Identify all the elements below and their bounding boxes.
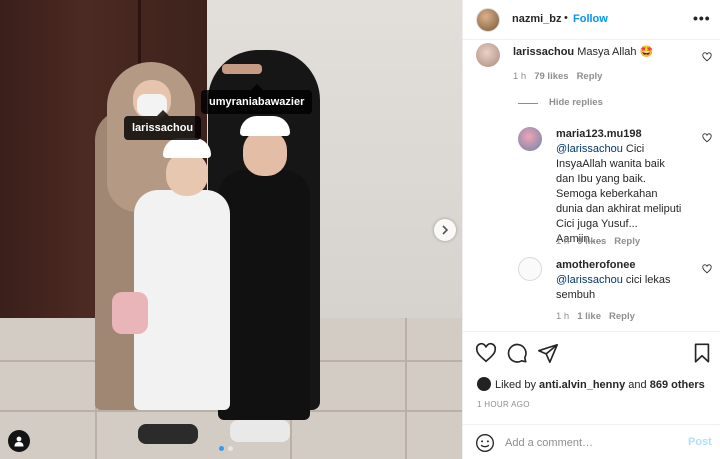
reply-button[interactable]: Reply [577, 71, 603, 82]
comment-body: amotherofonee @larissachou cici lekas se… [556, 258, 686, 303]
share-icon[interactable] [537, 342, 559, 364]
post-photo[interactable]: umyraniabawazier larissachou [0, 0, 462, 459]
comment-mention[interactable]: @larissachou [556, 143, 623, 155]
header-separator: • [564, 12, 568, 24]
author-avatar[interactable] [476, 8, 500, 32]
comment-likes[interactable]: 1 like [577, 311, 601, 322]
liker-avatar[interactable] [477, 377, 491, 391]
comment-text: Cici InsyaAllah wanita baik dan Ibu yang… [556, 143, 682, 245]
hide-replies-button[interactable]: Hide replies [549, 97, 603, 108]
comment-time[interactable]: 1 h [556, 311, 569, 322]
bookmark-icon[interactable] [691, 342, 713, 364]
post-header: nazmi_bz • Follow ••• [463, 0, 720, 40]
heart-icon[interactable] [475, 342, 497, 364]
liker-username[interactable]: anti.alvin_henny [539, 379, 625, 391]
comment-meta: 1 h 1 like Reply [556, 311, 635, 322]
author-username[interactable]: nazmi_bz [512, 13, 562, 25]
comment-likes[interactable]: 9 likes [577, 236, 606, 247]
like-comment-heart-icon[interactable] [702, 264, 712, 274]
like-comment-heart-icon[interactable] [702, 133, 712, 143]
emoji-icon[interactable] [475, 433, 495, 453]
likes-count-link[interactable]: 869 others [650, 379, 705, 391]
comment-username[interactable]: amotherofonee [556, 259, 635, 271]
like-comment-heart-icon[interactable] [702, 52, 712, 62]
photo-tag-larissachou[interactable]: larissachou [124, 110, 202, 140]
user-tags-button[interactable] [8, 430, 30, 452]
reply-button[interactable]: Reply [609, 311, 635, 322]
reply-button[interactable]: Reply [614, 236, 640, 247]
comment-meta: 1 h 79 likes Reply [513, 71, 602, 82]
comment-avatar[interactable] [518, 127, 542, 151]
comments-list[interactable]: larissachou Masya Allah 🤩 1 h 79 likes Rep… [463, 40, 720, 331]
comment-icon[interactable] [506, 342, 528, 364]
chevron-right-icon [442, 225, 449, 235]
comment-time[interactable]: 1 h [513, 71, 526, 82]
add-comment-bar: Post [463, 424, 720, 459]
carousel-dot-active [219, 446, 224, 451]
person-boy-white-robe [134, 190, 230, 410]
follow-button[interactable]: Follow [573, 13, 608, 25]
comment-avatar[interactable] [518, 257, 542, 281]
post-actions: Liked by anti.alvin_henny and 869 others… [463, 331, 720, 459]
liked-by: Liked by anti.alvin_henny and 869 others [477, 377, 705, 391]
person-boy-black-robe [218, 170, 310, 420]
comment-username[interactable]: maria123.mu198 [556, 128, 642, 140]
comment-likes[interactable]: 79 likes [534, 71, 568, 82]
comment-mention[interactable]: @larissachou [556, 274, 623, 286]
comment-text: Masya Allah 🤩 [577, 46, 654, 58]
carousel-next-button[interactable] [434, 219, 456, 241]
carousel-dot [228, 446, 233, 451]
comment-avatar[interactable] [476, 43, 500, 67]
comment-body: larissachou Masya Allah 🤩 [513, 45, 693, 60]
comment-username[interactable]: larissachou [513, 46, 574, 58]
post-side-panel: nazmi_bz • Follow ••• larissachou Masya … [462, 0, 720, 459]
comment-input[interactable] [505, 434, 675, 452]
post-comment-button[interactable]: Post [688, 436, 712, 448]
pink-bag [112, 292, 148, 334]
comment-meta: 1 h 9 likes Reply [556, 236, 640, 247]
comment-time[interactable]: 1 h [556, 236, 569, 247]
post-timestamp[interactable]: 1 HOUR AGO [477, 400, 530, 409]
carousel-dots [219, 446, 233, 451]
photo-tag-umyraniabawazier[interactable]: umyraniabawazier [201, 84, 313, 114]
more-options-icon[interactable]: ••• [693, 10, 711, 26]
comment-body: maria123.mu198 @larissachou Cici InsyaAl… [556, 127, 686, 247]
user-icon [14, 436, 24, 447]
